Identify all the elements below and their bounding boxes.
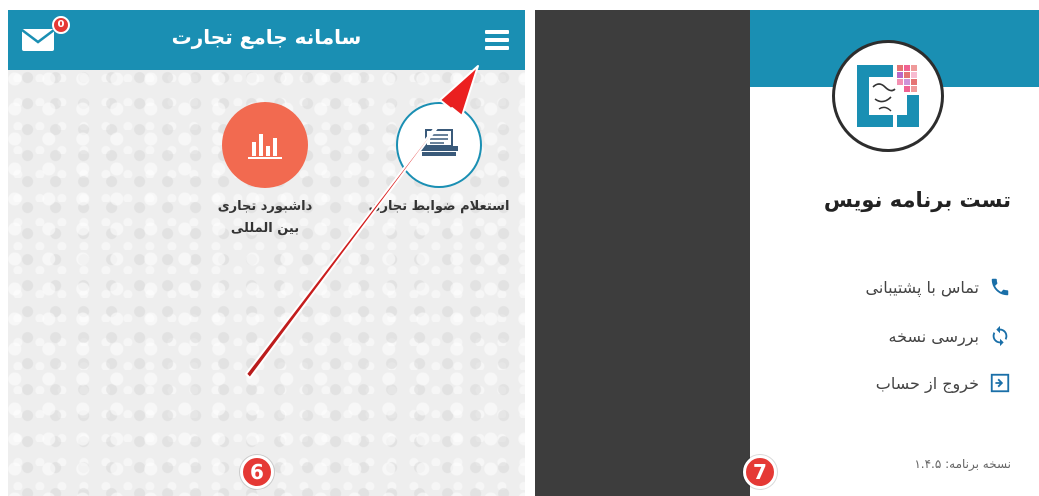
app-header: 0 سامانه جامع تجارت: [8, 10, 525, 70]
tile-label-line2: بین المللی: [230, 221, 300, 236]
step-number-badge: 6: [240, 455, 274, 489]
logout-icon: [990, 373, 1010, 393]
tile-trade-rules-inquiry[interactable]: استعلام ضوابط تجاری: [364, 102, 514, 218]
menu-item-label: تماس با پشتیبانی: [865, 277, 979, 297]
hamburger-menu-icon[interactable]: [485, 30, 509, 50]
home-screen: 0 سامانه جامع تجارت استعلام ضوابط تجاری: [8, 10, 525, 496]
bar-chart-icon: [222, 102, 308, 188]
app-title: سامانه جامع تجارت: [171, 25, 362, 49]
navigation-drawer: تست برنامه نویس تماس با پشتیبانی بررسی ن…: [750, 10, 1039, 496]
menu-item-contact-support[interactable]: تماس با پشتیبانی: [866, 274, 1011, 300]
phone-icon: [991, 278, 1009, 296]
tile-trade-dashboard[interactable]: داشبورد تجاری بین المللی: [190, 102, 340, 240]
tile-label: داشبورد تجاری: [217, 199, 313, 214]
tile-label: استعلام ضوابط تجاری: [368, 199, 510, 214]
user-name: تست برنامه نویس: [823, 188, 1011, 212]
app-logo: [832, 40, 944, 152]
menu-item-label: خروج از حساب: [875, 373, 979, 393]
navigation-drawer-screen: تست برنامه نویس تماس با پشتیبانی بررسی ن…: [535, 10, 1039, 496]
sync-icon: [992, 325, 1008, 347]
menu-item-check-version[interactable]: بررسی نسخه: [889, 323, 1011, 349]
step-number-badge: 7: [743, 455, 777, 489]
document-stack-icon: [396, 102, 482, 188]
menu-item-logout[interactable]: خروج از حساب: [876, 370, 1011, 396]
app-version: نسخه برنامه: ۱.۴.۵: [914, 457, 1011, 471]
menu-item-label: بررسی نسخه: [888, 326, 979, 346]
